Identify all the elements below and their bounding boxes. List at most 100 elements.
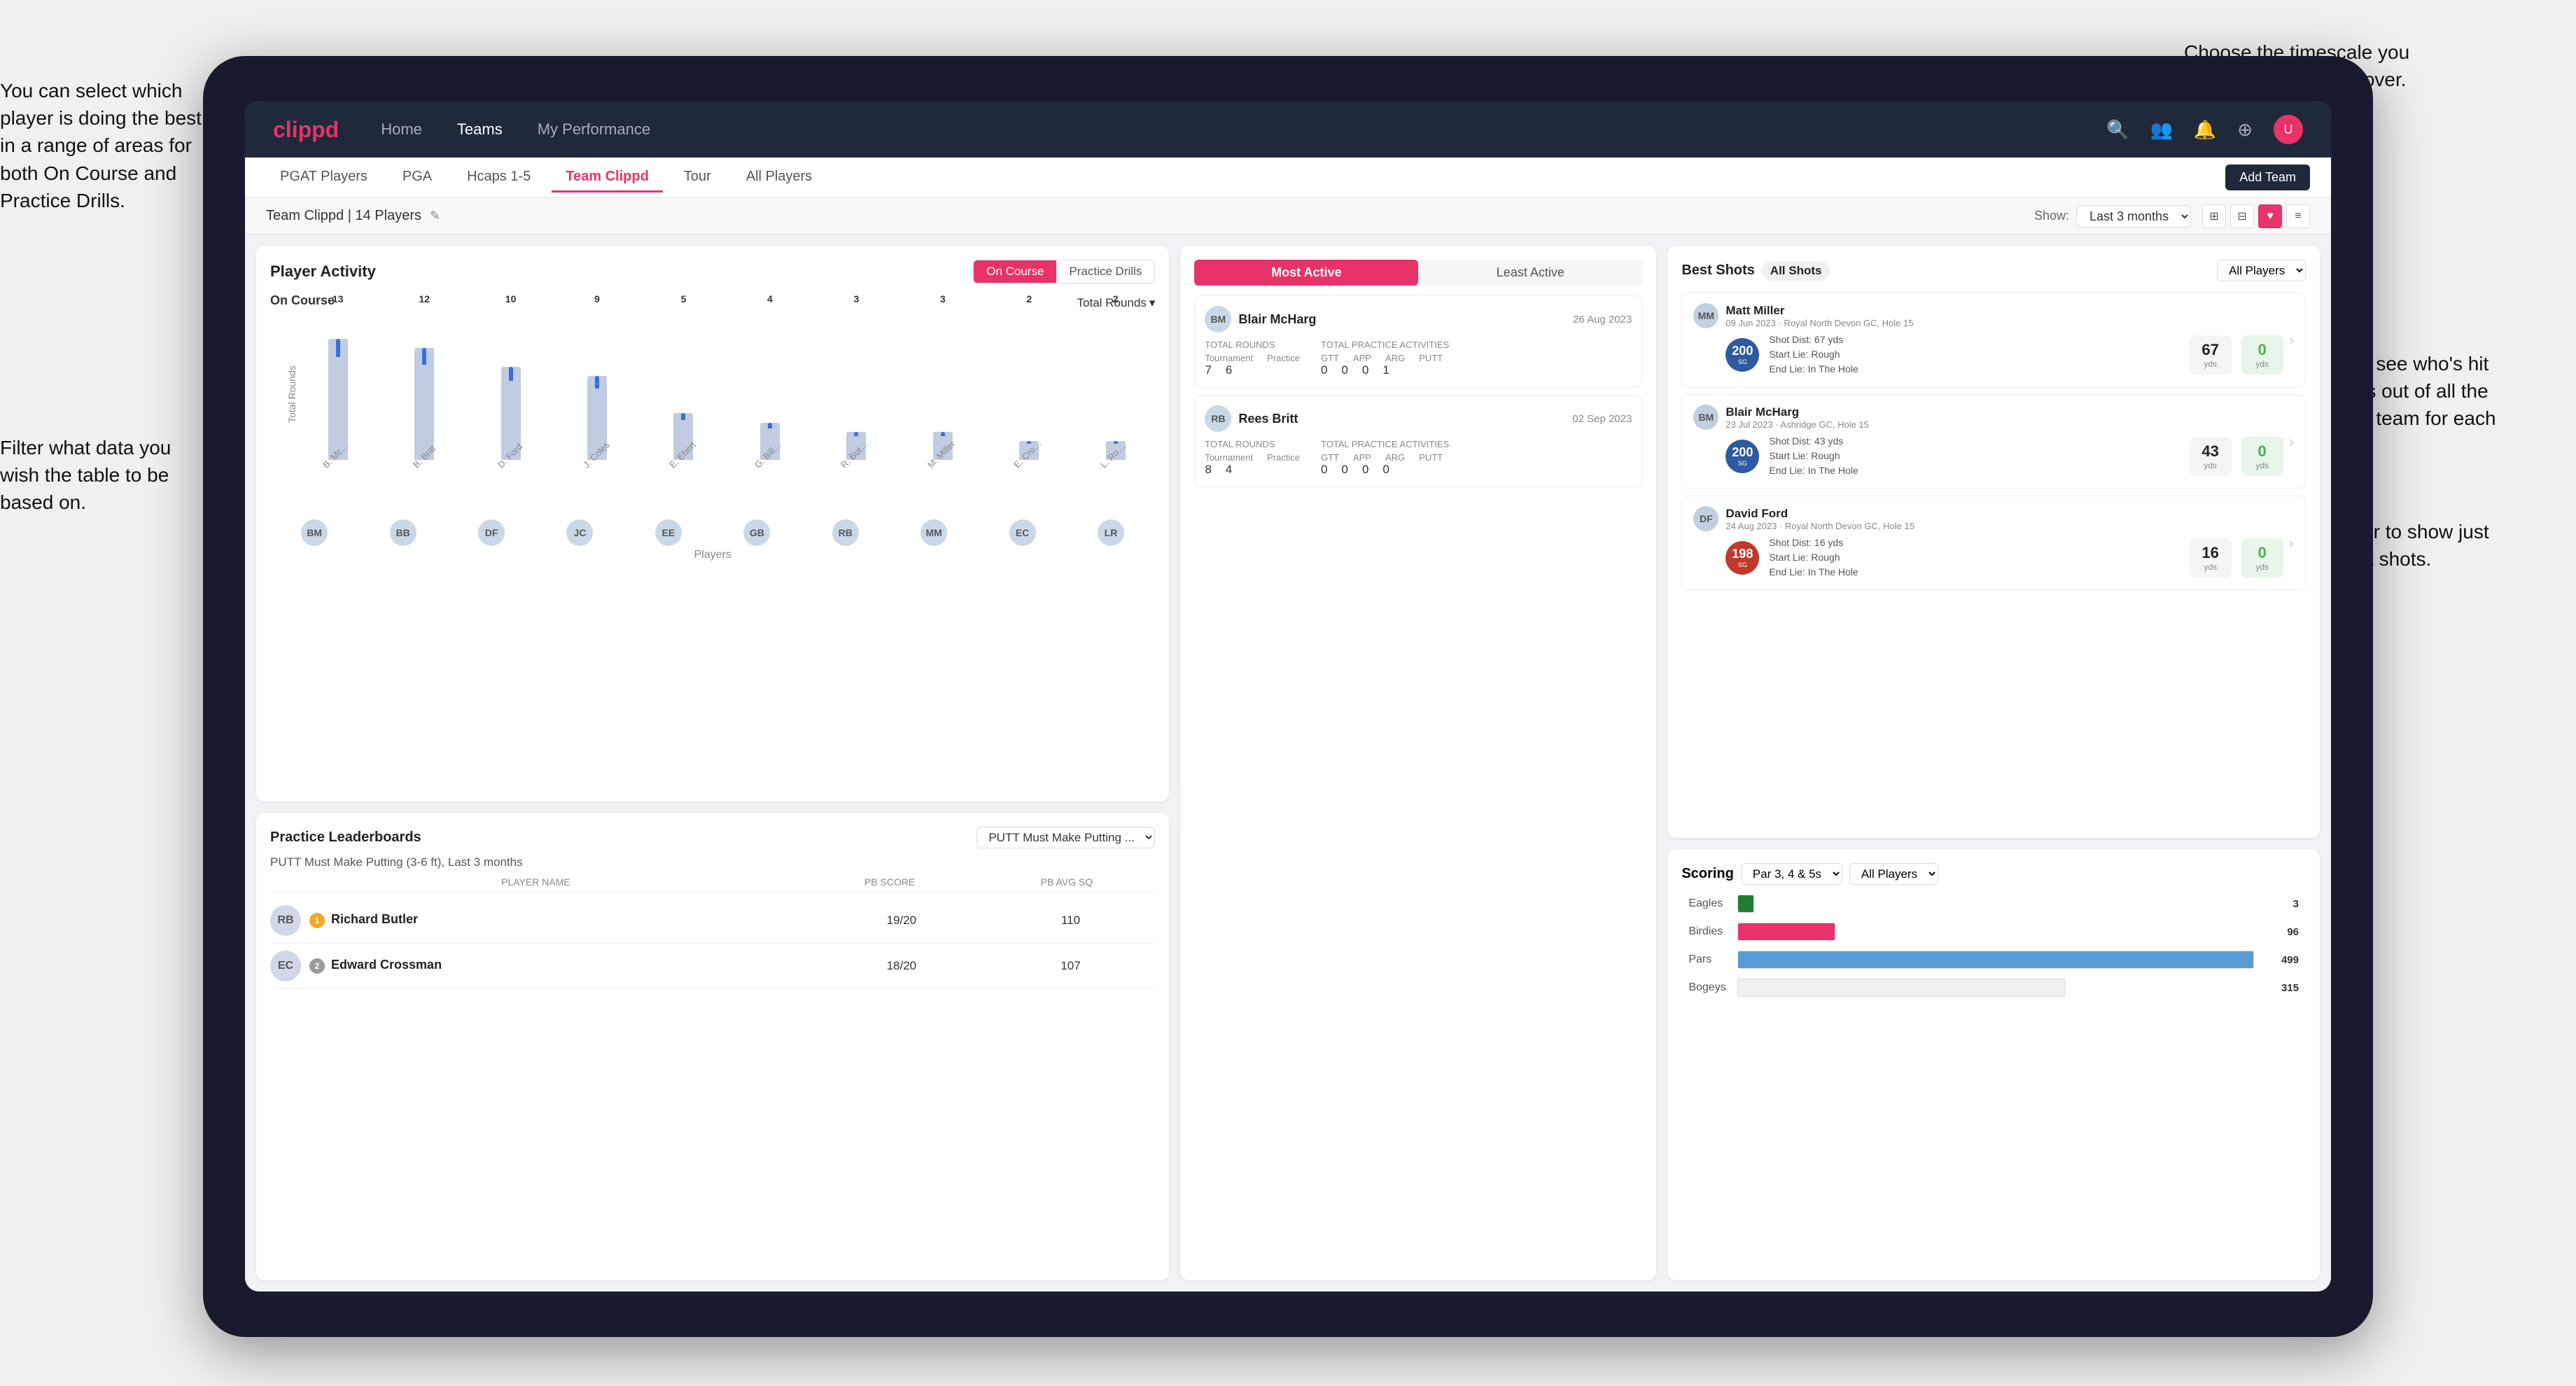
on-course-toggle[interactable]: On Course [974,260,1056,283]
players-scoring-dropdown[interactable]: All Players [1849,863,1938,885]
bar-wrapper-8 [1019,306,1039,460]
main-content: Player Activity On Course Practice Drill… [245,234,2331,1292]
shot-stat-dist-2: 43 yds [2190,437,2232,476]
practice-drills-toggle[interactable]: Practice Drills [1056,260,1154,283]
player-activity-card: Player Activity On Course Practice Drill… [256,246,1169,802]
shot-details-2: 200 SG Shot Dist: 43 yds Start Lie: Roug… [1726,434,2283,478]
nav-icons: 🔍 👥 🔔 ⊕ U [2106,115,2303,144]
bar-value-8: 2 [1026,293,1032,304]
tab-hcaps[interactable]: Hcaps 1-5 [453,163,545,192]
scoring-card: Scoring Par 3, 4 & 5s All Players Eagles… [1667,849,2320,1280]
bar-group-6: 3 R. Butler [817,293,896,473]
shot-badge-2: 200 SG [1726,440,1759,473]
bar-wrapper-6 [846,306,866,460]
shot-player-info-2: BM Blair McHarg 23 Jul 2023 · Ashridge G… [1693,405,2283,478]
shot-text-2: Shot Dist: 43 yds Start Lie: Rough End L… [1769,434,2179,478]
drill-dropdown[interactable]: PUTT Must Make Putting ... [976,827,1155,848]
player-pb-score-2: 18/20 [817,959,986,973]
practice-group-1: Total Practice Activities GTT APP ARG PU… [1321,340,1449,377]
right-column: Best Shots All Shots All Players MM [1667,246,2320,1280]
active-date-2: 02 Sep 2023 [1572,413,1632,425]
scoring-bars: Eagles 3 Birdies 96 Pars 499 Bogeys 315 [1681,895,2306,997]
practice-val-2: 4 [1226,463,1232,477]
least-active-tab[interactable]: Least Active [1418,260,1642,286]
bar-group-4: 5 E. Ebert [644,293,723,473]
tab-tour[interactable]: Tour [670,163,725,192]
add-team-button[interactable]: Add Team [2225,164,2310,190]
leaderboard-card: Practice Leaderboards PUTT Must Make Put… [256,813,1169,1280]
badge-gold-1: 1 [309,913,325,928]
scoring-bar-wrap-1 [1737,923,2281,941]
player-name-1: 1 Richard Butler [309,912,817,928]
drill-label: PUTT Must Make Putting (3-6 ft), Last 3 … [270,855,1155,869]
team-name-label: Team Clippd | 14 Players [266,208,421,224]
users-icon[interactable]: 👥 [2150,119,2172,141]
nav-performance[interactable]: My Performance [538,120,650,139]
par-filter-dropdown[interactable]: Par 3, 4 & 5s [1741,863,1842,885]
nav-home[interactable]: Home [381,120,422,139]
bar-group-5: 4 G. Billingham [730,293,809,473]
tab-pga[interactable]: PGA [388,163,446,192]
shot-player-sub-1: 09 Jun 2023 · Royal North Devon GC, Hole… [1726,318,1913,328]
tab-pgat[interactable]: PGAT Players [266,163,382,192]
time-filter-dropdown[interactable]: Last 3 months [2076,205,2191,227]
player-name-2: 2 Edward Crossman [309,958,817,974]
shot-row-1[interactable]: MM Matt Miller 09 Jun 2023 · Royal North… [1681,293,2306,387]
favorite-view-btn[interactable]: ♥ [2258,204,2282,228]
list-view-btn[interactable]: ⊟ [2230,204,2254,228]
most-active-card: Most Active Least Active BM Blair McHarg… [1180,246,1656,1280]
player-pb-score-1: 19/20 [817,913,986,927]
grid-view-btn[interactable]: ⊞ [2202,204,2226,228]
search-icon[interactable]: 🔍 [2106,119,2129,141]
bar-group-2: 10 D. Ford [471,293,550,473]
shot-stat-zero-2: 0 yds [2241,437,2283,476]
scoring-val-0: 3 [2293,898,2299,910]
scoring-bar-0 [1737,895,1754,913]
top-nav: clippd Home Teams My Performance 🔍 👥 🔔 ⊕… [245,102,2331,158]
player-pb-avg-1: 110 [986,913,1156,927]
shot-stat-zero-3: 0 yds [2241,538,2283,578]
shot-text-3: Shot Dist: 16 yds Start Lie: Rough End L… [1769,536,2179,580]
edit-icon[interactable]: ✎ [430,209,440,223]
shot-player-name-3: David Ford [1726,507,1914,521]
bar-1[interactable] [414,348,434,460]
chart-avatar-4: EE [655,519,682,546]
chart-avatar-7: MM [920,519,947,546]
sub-nav: PGAT Players PGA Hcaps 1-5 Team Clippd T… [245,158,2331,198]
leaderboard-row-1: RB 1 Richard Butler 19/20 110 [270,898,1155,944]
detail-view-btn[interactable]: ≡ [2286,204,2310,228]
scoring-bar-1 [1737,923,1835,941]
shot-text-1: Shot Dist: 67 yds Start Lie: Rough End L… [1769,332,2179,377]
shot-row-3[interactable]: DF David Ford 24 Aug 2023 · Royal North … [1681,496,2306,590]
bar-wrapper-7 [933,306,953,460]
player-info-1: 1 Richard Butler [309,912,817,928]
tab-team-clippd[interactable]: Team Clippd [552,163,663,192]
most-active-tab[interactable]: Most Active [1194,260,1418,286]
players-filter-dropdown[interactable]: All Players [2217,260,2306,281]
bell-icon[interactable]: 🔔 [2194,119,2216,141]
putt-val-1: 1 [1382,363,1389,377]
practice-val-1: 6 [1226,363,1232,377]
shot-player-header-1: MM Matt Miller 09 Jun 2023 · Royal North… [1693,303,2283,328]
scoring-label-1: Birdies [1688,925,1737,938]
chevron-right-3: › [2289,534,2294,552]
nav-teams[interactable]: Teams [457,120,503,139]
shot-row-2[interactable]: BM Blair McHarg 23 Jul 2023 · Ashridge G… [1681,394,2306,489]
bar-value-5: 4 [767,293,773,304]
shot-avatar-1: MM [1693,303,1718,328]
player-info-2: 2 Edward Crossman [309,958,817,974]
gtt-label-2: GTT [1321,452,1339,463]
shot-name-group-1: Matt Miller 09 Jun 2023 · Royal North De… [1726,304,1913,328]
all-shots-tab[interactable]: All Shots [1762,261,1830,281]
scoring-bar-row-3: Bogeys 315 [1688,979,2299,997]
arg-val-1: 0 [1362,363,1368,377]
tab-all-players[interactable]: All Players [732,163,826,192]
user-avatar[interactable]: U [2274,115,2303,144]
active-player-name-2: RB Rees Britt [1205,405,1298,432]
add-circle-icon[interactable]: ⊕ [2237,119,2253,141]
nav-links: Home Teams My Performance [381,120,2106,139]
player-avatar-2: EC [270,951,301,981]
annotation-filter: Filter what data you wish the table to b… [0,434,210,517]
shot-player-name-2: Blair McHarg [1726,405,1869,419]
app-val-1: 0 [1341,363,1348,377]
